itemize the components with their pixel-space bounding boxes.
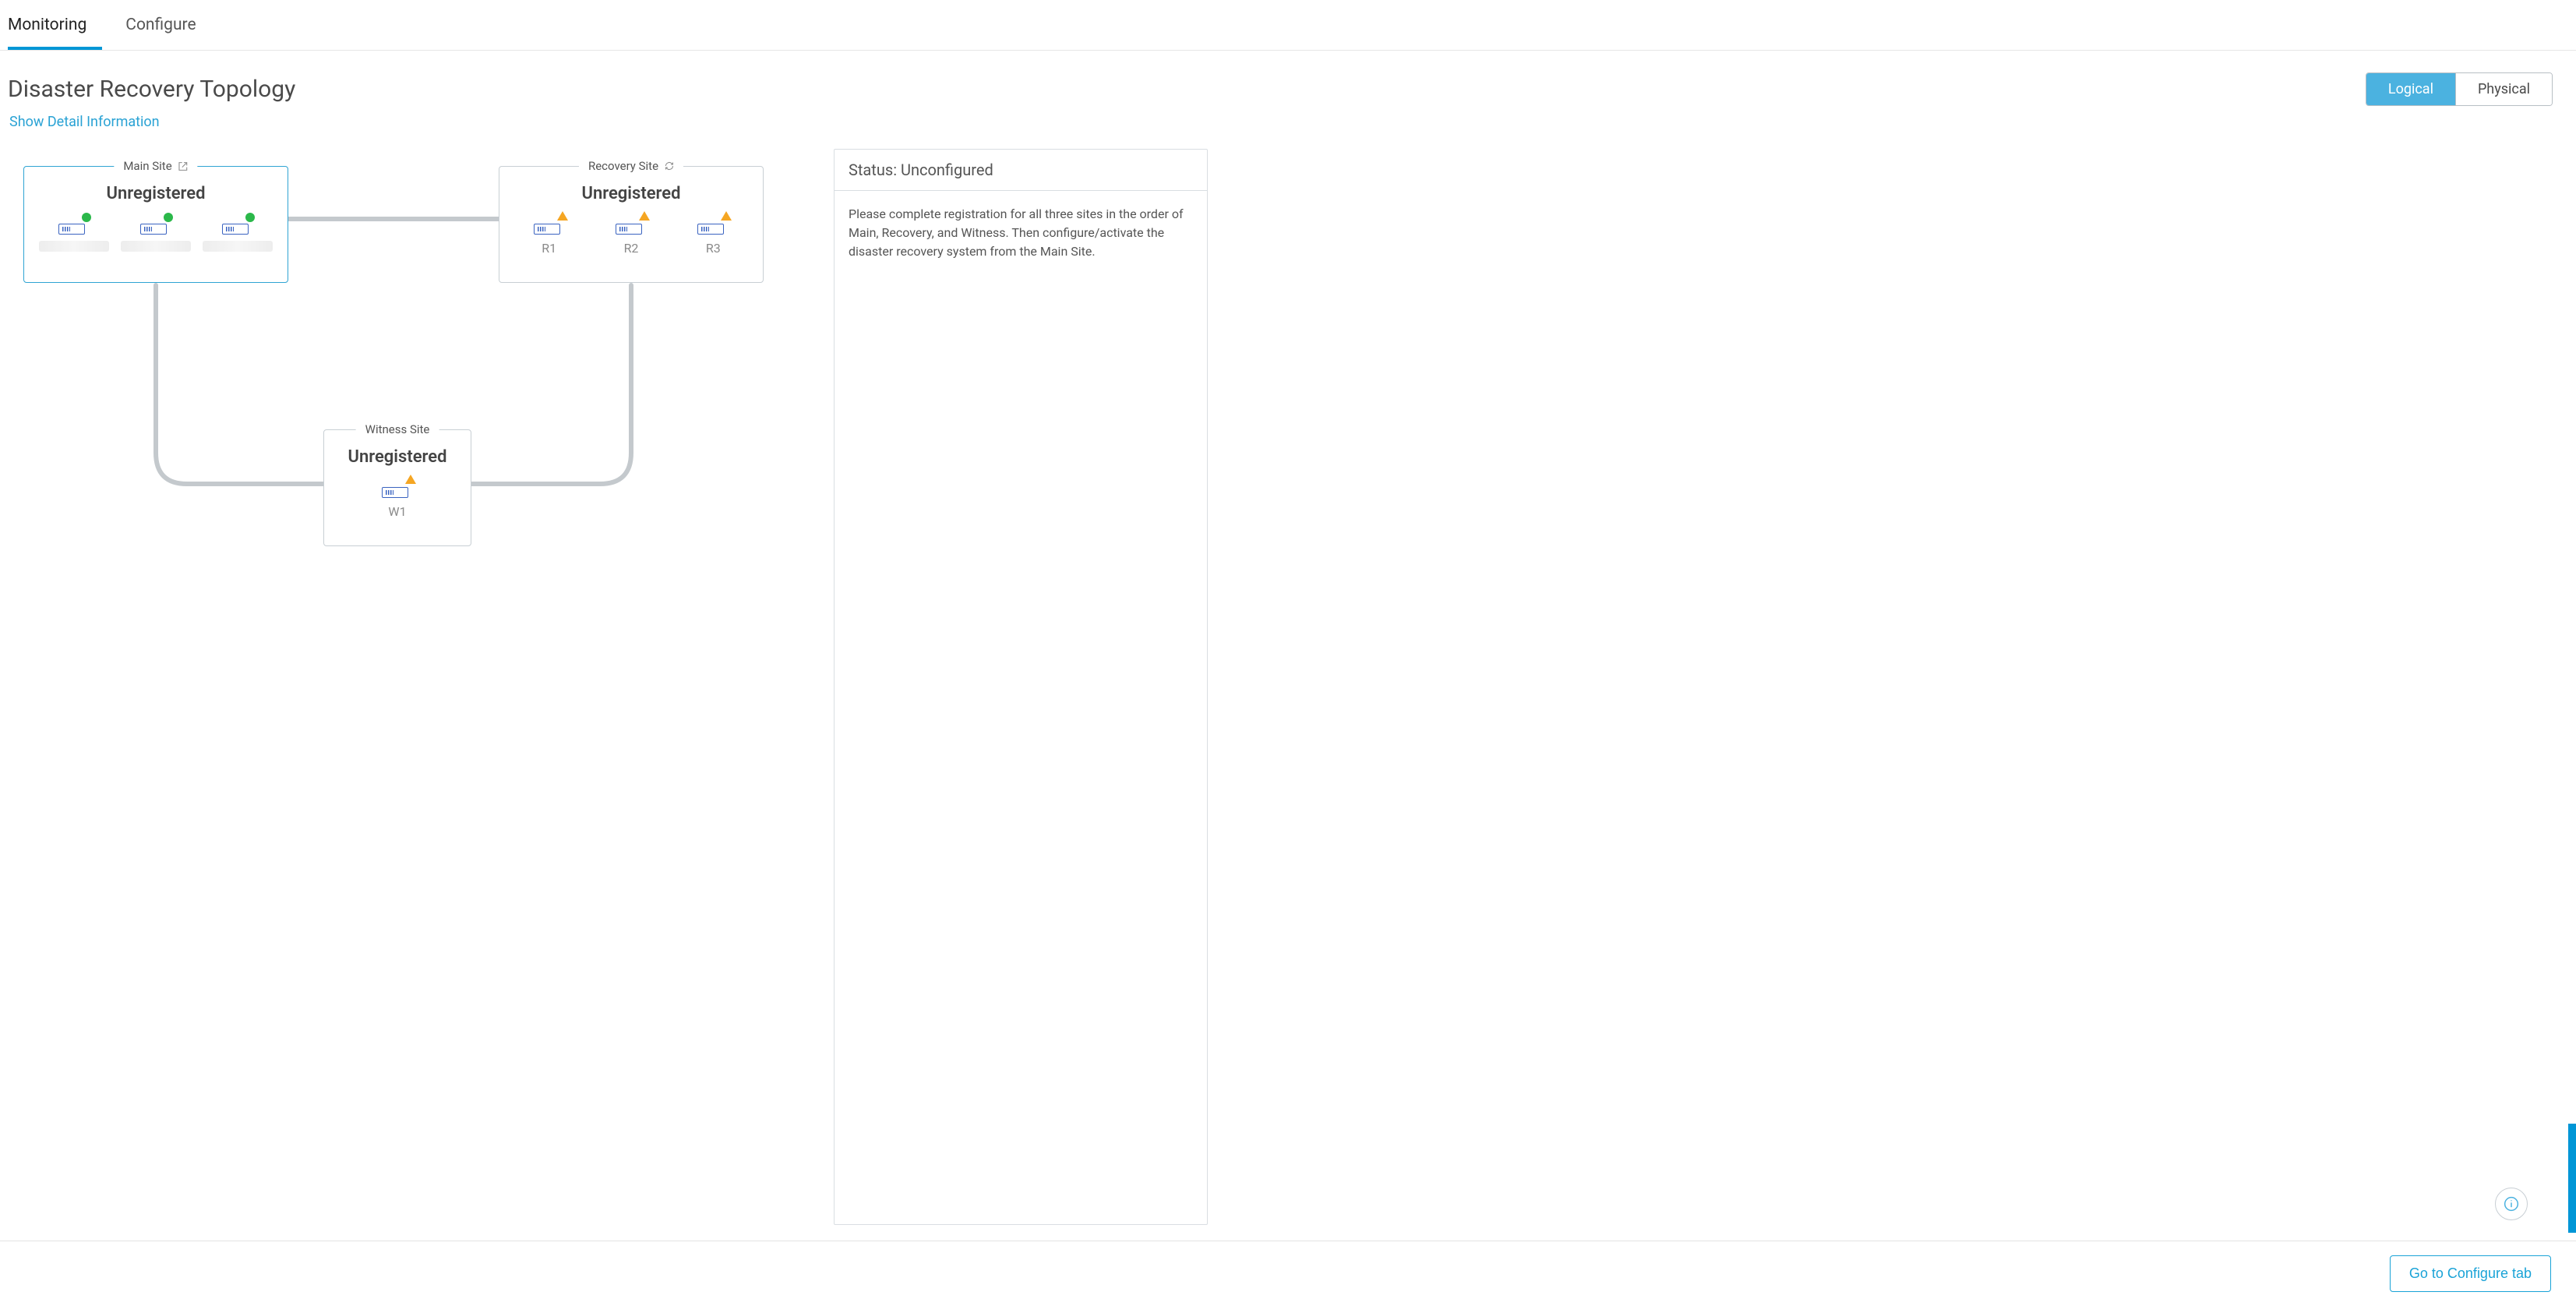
main-site-box[interactable]: Main Site Unregistered — [23, 166, 288, 283]
server-icon — [140, 224, 167, 235]
status-panel-message: Please complete registration for all thr… — [835, 191, 1207, 275]
main-node-2-label — [121, 241, 191, 252]
server-icon — [58, 224, 85, 235]
recovery-node-1: R1 — [512, 214, 586, 256]
main-site-title-label: Main Site — [123, 159, 171, 173]
page-title: Disaster Recovery Topology — [8, 76, 295, 103]
status-green-icon — [82, 213, 91, 222]
refresh-icon[interactable] — [665, 161, 674, 171]
recovery-node-2-label: R2 — [624, 241, 639, 256]
main-node-2 — [118, 214, 192, 252]
main-node-3-label — [203, 241, 273, 252]
side-marker[interactable] — [2568, 1124, 2576, 1233]
bottom-bar: Go to Configure tab — [0, 1241, 2576, 1306]
view-toggle: Logical Physical — [2366, 72, 2553, 106]
witness-site-box[interactable]: Witness Site Unregistered W1 — [323, 429, 471, 546]
server-icon — [697, 224, 724, 235]
status-warning-icon — [721, 211, 732, 221]
main-site-status: Unregistered — [37, 184, 275, 203]
status-panel-header: Status: Unconfigured — [835, 150, 1207, 191]
show-detail-link[interactable]: Show Detail Information — [9, 114, 2553, 130]
witness-site-status: Unregistered — [337, 447, 458, 467]
server-icon — [222, 224, 249, 235]
view-toggle-logical[interactable]: Logical — [2366, 73, 2455, 105]
recovery-node-2: R2 — [594, 214, 668, 256]
witness-site-title: Witness Site — [356, 422, 439, 436]
topology-canvas: Main Site Unregistered — [8, 149, 803, 585]
witness-node-1: W1 — [355, 478, 440, 519]
main-node-3 — [201, 214, 275, 252]
external-link-icon[interactable] — [178, 161, 189, 171]
status-green-icon — [245, 213, 255, 222]
top-tabs: Monitoring Configure — [0, 0, 2576, 51]
info-icon — [2504, 1196, 2519, 1212]
content-area: Disaster Recovery Topology Logical Physi… — [0, 51, 2576, 1241]
recovery-node-1-label: R1 — [542, 241, 556, 256]
main-node-1 — [37, 214, 111, 252]
recovery-site-status: Unregistered — [512, 184, 750, 203]
recovery-site-title: Recovery Site — [579, 159, 683, 173]
status-warning-icon — [557, 211, 568, 221]
witness-site-title-label: Witness Site — [365, 422, 430, 436]
status-green-icon — [164, 213, 173, 222]
recovery-node-3-label: R3 — [706, 241, 721, 256]
info-button[interactable] — [2495, 1188, 2528, 1220]
witness-node-1-label: W1 — [388, 504, 406, 519]
status-value: Unconfigured — [901, 161, 993, 179]
server-icon — [382, 487, 408, 498]
status-prefix: Status: — [849, 161, 901, 179]
server-icon — [616, 224, 642, 235]
recovery-site-title-label: Recovery Site — [588, 159, 658, 173]
main-node-1-label — [39, 241, 109, 252]
status-warning-icon — [639, 211, 650, 221]
go-to-configure-button[interactable]: Go to Configure tab — [2390, 1255, 2551, 1292]
tab-configure[interactable]: Configure — [125, 0, 211, 50]
tab-monitoring[interactable]: Monitoring — [8, 0, 102, 50]
view-toggle-physical[interactable]: Physical — [2455, 73, 2552, 105]
server-icon — [534, 224, 560, 235]
recovery-site-box[interactable]: Recovery Site Unregistered R1 R2 — [499, 166, 764, 283]
main-site-title: Main Site — [114, 159, 197, 173]
status-panel: Status: Unconfigured Please complete reg… — [834, 149, 1208, 1225]
recovery-node-3: R3 — [676, 214, 750, 256]
status-warning-icon — [405, 475, 416, 484]
